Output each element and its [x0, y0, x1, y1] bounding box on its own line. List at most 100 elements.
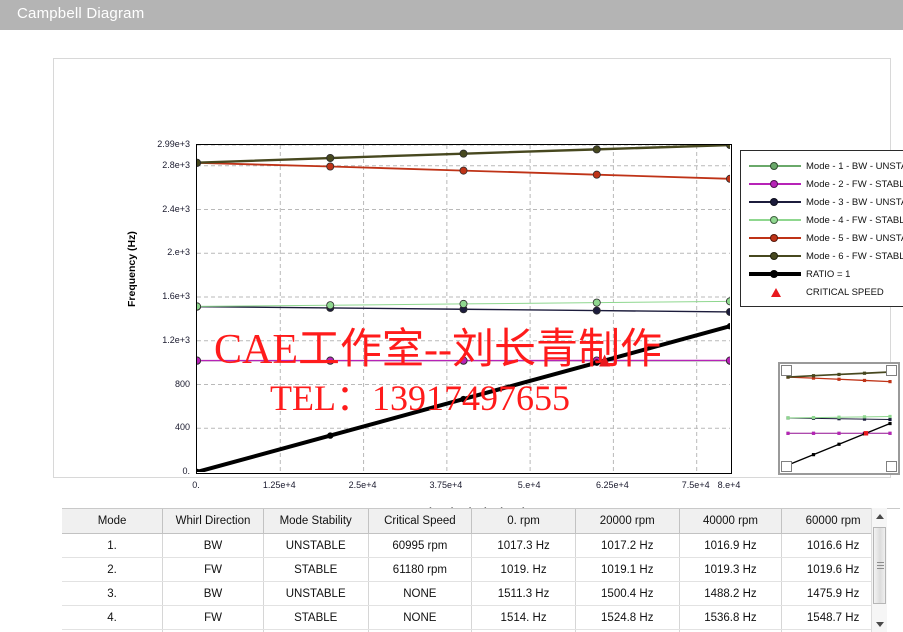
table-column-header[interactable]: Mode Stability	[263, 509, 369, 534]
table-column-header[interactable]: 60000 rpm	[781, 509, 885, 534]
table-cell: 1536.8 Hz	[679, 605, 783, 630]
legend-marker-icon	[749, 178, 801, 190]
x-tick-label: 8.e+4	[717, 480, 741, 490]
table-cell: 60995 rpm	[368, 533, 473, 558]
legend-marker-icon	[749, 250, 801, 262]
y-tick-label: 0.	[182, 466, 190, 476]
legend-item-label: Mode - 4 - FW - STABLE	[806, 214, 903, 226]
x-tick-label: 6.25e+4	[596, 480, 629, 490]
legend-item[interactable]: RATIO = 1	[741, 265, 903, 283]
legend-item-label: Mode - 1 - BW - UNSTABLE	[806, 160, 903, 172]
table-cell: 1488.2 Hz	[679, 581, 783, 606]
table-cell: FW	[162, 557, 264, 582]
x-tick-label: 2.5e+4	[348, 480, 377, 490]
legend-marker-icon	[749, 286, 801, 298]
legend-item-label: CRITICAL SPEED	[806, 286, 884, 298]
table-column-header[interactable]: Whirl Direction	[162, 509, 264, 534]
table-column-header[interactable]: 40000 rpm	[679, 509, 783, 534]
legend-marker-icon	[749, 196, 801, 208]
x-tick-label: 0.	[192, 480, 200, 490]
legend-item-label: Mode - 2 - FW - STABLE	[806, 178, 903, 190]
table-row[interactable]: 2. FW STABLE 61180 rpm 1019. Hz 1019.1 Hz 1019…	[62, 557, 885, 582]
table-cell: 1548.7 Hz	[781, 605, 885, 630]
table-row[interactable]: 1. BW UNSTABLE 60995 rpm 1017.3 Hz 1017.2 Hz 1…	[62, 533, 885, 558]
table-cell: 1524.8 Hz	[575, 605, 680, 630]
minimap-handle-top-right[interactable]	[886, 365, 897, 376]
table-cell-mode: 4.	[62, 605, 164, 630]
minimap-svg	[786, 370, 892, 467]
minimap-handle-top-left[interactable]	[781, 365, 792, 376]
table-cell: FW	[162, 605, 264, 630]
campbell-diagram-window: Campbell Diagram Frequency (Hz) Rotation…	[0, 0, 903, 632]
legend-item[interactable]: Mode - 1 - BW - UNSTABLE	[741, 157, 903, 175]
legend-marker-icon	[749, 232, 801, 244]
y-tick-label: 400	[174, 422, 190, 433]
legend-marker-icon	[749, 214, 801, 226]
table-cell-mode: 1.	[62, 533, 164, 558]
legend-item[interactable]: CRITICAL SPEED	[741, 283, 903, 301]
table-cell: 1019. Hz	[471, 557, 576, 582]
table-cell: NONE	[368, 605, 473, 630]
y-tick-label: 1.6e+3	[162, 291, 190, 302]
chart-legend: Mode - 1 - BW - UNSTABLE Mode - 2 - FW - …	[740, 150, 903, 307]
x-tick-label: 7.5e+4	[681, 480, 710, 490]
scroll-up-arrow-icon[interactable]	[872, 508, 887, 524]
legend-item[interactable]: Mode - 6 - FW - STABLE	[741, 247, 903, 265]
x-tick-label: 5.e+4	[517, 480, 541, 490]
table-column-header[interactable]: 0. rpm	[471, 509, 576, 534]
legend-marker-icon	[749, 160, 801, 172]
x-tick-label: 3.75e+4	[429, 480, 463, 490]
legend-item-label: Mode - 5 - BW - UNSTABLE	[806, 232, 903, 244]
table-row[interactable]: 4. FW STABLE NONE 1514. Hz 1524.8 Hz 1536.8 Hz…	[62, 605, 885, 630]
minimap-handle-bottom-left[interactable]	[781, 461, 792, 472]
legend-marker-icon	[749, 268, 801, 280]
y-tick-label: 2.8e+3	[162, 159, 190, 170]
table-cell: 1514. Hz	[471, 605, 576, 630]
legend-item[interactable]: Mode - 2 - FW - STABLE	[741, 175, 903, 193]
plot-svg	[197, 145, 730, 472]
table-column-header[interactable]: Mode	[62, 509, 164, 534]
table-cell: 1500.4 Hz	[575, 581, 680, 606]
table-column-header[interactable]: 20000 rpm	[575, 509, 680, 534]
x-tick-label: 1.25e+4	[262, 480, 296, 490]
table-column-header[interactable]: Critical Speed	[368, 509, 473, 534]
results-table-container[interactable]: Mode Whirl Direction Mode Stability Critica…	[62, 508, 900, 632]
table-header-row: Mode Whirl Direction Mode Stability Critica…	[62, 509, 885, 534]
plot-area[interactable]	[196, 144, 732, 474]
table-cell: 61180 rpm	[368, 557, 473, 582]
table-cell: BW	[162, 533, 264, 558]
scrollbar-thumb[interactable]	[873, 527, 886, 604]
table-cell: 1016.9 Hz	[679, 533, 783, 558]
table-cell: STABLE	[263, 557, 369, 582]
y-tick-label: 2.99e+3	[157, 139, 190, 149]
legend-item-label: Mode - 3 - BW - UNSTABLE	[806, 196, 903, 208]
scrollbar-grip-icon	[877, 562, 884, 563]
y-tick-label: 2.4e+3	[162, 203, 190, 214]
table-body: 1. BW UNSTABLE 60995 rpm 1017.3 Hz 1017.2 Hz 1…	[62, 533, 885, 632]
chart-minimap-preview[interactable]	[778, 362, 900, 475]
results-table: Mode Whirl Direction Mode Stability Critica…	[62, 509, 885, 632]
legend-item-label: RATIO = 1	[806, 268, 851, 280]
table-cell: 1019.1 Hz	[575, 557, 680, 582]
table-cell: 1019.3 Hz	[679, 557, 783, 582]
table-cell: BW	[162, 581, 264, 606]
legend-item-label: Mode - 6 - FW - STABLE	[806, 250, 903, 262]
legend-item[interactable]: Mode - 5 - BW - UNSTABLE	[741, 229, 903, 247]
table-cell: UNSTABLE	[263, 533, 369, 558]
table-cell-mode: 2.	[62, 557, 164, 582]
table-cell: 1017.3 Hz	[471, 533, 576, 558]
table-cell-mode: 3.	[62, 581, 164, 606]
table-cell: 1511.3 Hz	[471, 581, 576, 606]
scroll-down-arrow-icon[interactable]	[872, 616, 887, 632]
y-axis-label: Frequency (Hz)	[126, 231, 138, 307]
legend-item[interactable]: Mode - 3 - BW - UNSTABLE	[741, 193, 903, 211]
table-cell: 1016.6 Hz	[781, 533, 885, 558]
table-cell: 1475.9 Hz	[781, 581, 885, 606]
table-cell: UNSTABLE	[263, 581, 369, 606]
minimap-handle-bottom-right[interactable]	[886, 461, 897, 472]
table-row[interactable]: 3. BW UNSTABLE NONE 1511.3 Hz 1500.4 Hz 1488.2…	[62, 581, 885, 606]
table-vertical-scrollbar[interactable]	[871, 508, 887, 632]
window-title-bar: Campbell Diagram	[0, 0, 903, 30]
table-cell: STABLE	[263, 605, 369, 630]
legend-item[interactable]: Mode - 4 - FW - STABLE	[741, 211, 903, 229]
